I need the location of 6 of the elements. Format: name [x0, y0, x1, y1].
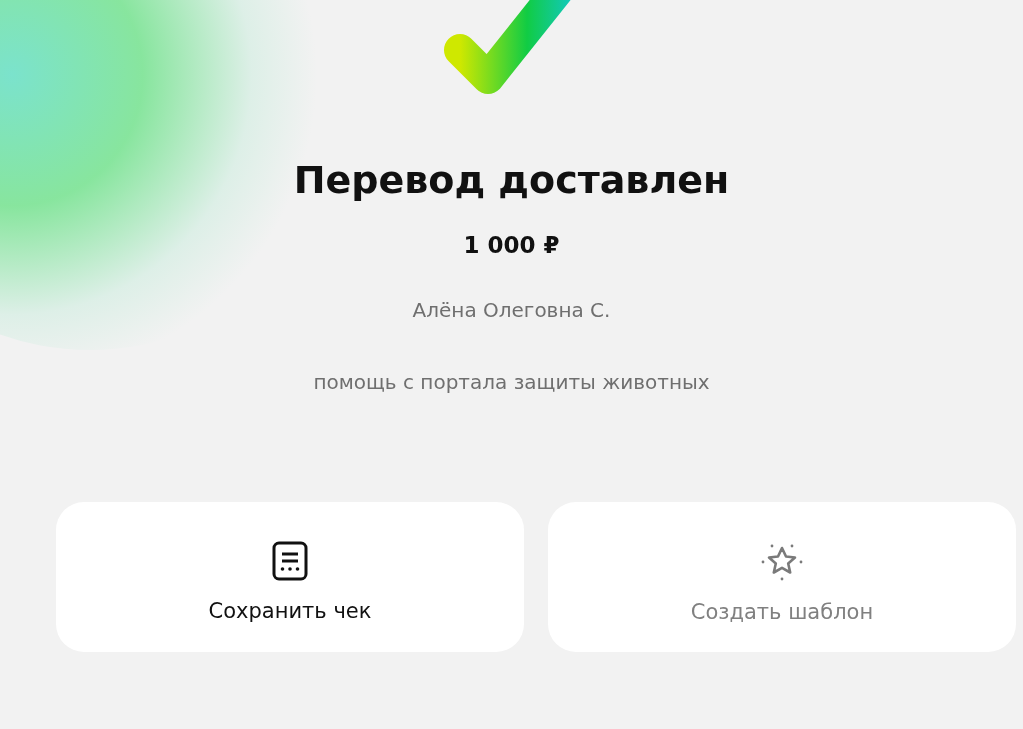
status-title: Перевод доставлен — [293, 158, 730, 202]
transfer-amount: 1 000 ₽ — [463, 232, 560, 258]
receipt-icon — [272, 541, 308, 581]
transfer-message: помощь с портала защиты животных — [313, 370, 710, 394]
recipient-name: Алёна Олеговна С. — [412, 298, 611, 322]
save-receipt-button[interactable]: Сохранить чек — [56, 502, 524, 652]
